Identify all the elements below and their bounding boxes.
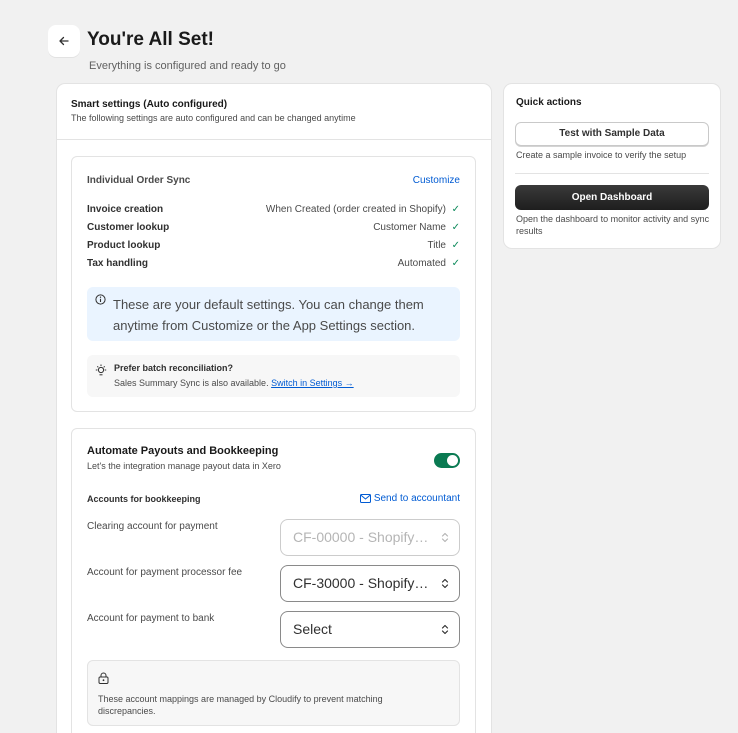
- lightbulb-icon: [95, 364, 107, 376]
- smart-settings-card: Smart settings (Auto configured) The fol…: [57, 84, 491, 733]
- select-value: CF-00000 - Shopify Clearing: [293, 529, 460, 545]
- quick-actions-card: Quick actions Test with Sample Data Crea…: [504, 84, 720, 248]
- arrow-left-icon: [59, 36, 69, 46]
- check-icon: ✓: [451, 204, 460, 215]
- setting-row-customer: Customer lookup Customer Name ✓: [87, 222, 460, 236]
- setting-value: Automated: [397, 258, 446, 269]
- select-value: CF-30000 - Shopify Fees: [293, 575, 450, 591]
- setting-value: Title: [427, 240, 446, 251]
- toggle-knob: [447, 455, 458, 466]
- smart-settings-description: The following settings are auto configur…: [71, 113, 356, 123]
- processor-fee-select[interactable]: CF-30000 - Shopify Fees: [280, 565, 460, 602]
- test-sample-data-button[interactable]: Test with Sample Data: [515, 122, 709, 146]
- payouts-toggle[interactable]: [434, 453, 460, 468]
- info-text: These are your default settings. You can…: [113, 297, 424, 333]
- send-to-accountant-link[interactable]: Send to accountant: [359, 493, 460, 504]
- customize-link[interactable]: Customize: [413, 175, 460, 186]
- batch-description: Sales Summary Sync is also available.: [114, 378, 269, 388]
- dashboard-description: Open the dashboard to monitor activity a…: [516, 214, 710, 236]
- setting-value: Customer Name: [373, 222, 446, 233]
- info-banner: These are your default settings. You can…: [87, 287, 460, 341]
- page-title: You're All Set!: [87, 29, 214, 50]
- quick-actions-title: Quick actions: [516, 97, 582, 108]
- check-icon: ✓: [451, 258, 460, 269]
- payouts-subtitle: Let's the integration manage payout data…: [87, 461, 281, 471]
- processor-fee-label: Account for payment processor fee: [87, 567, 243, 578]
- setting-label: Tax handling: [87, 258, 148, 269]
- accounts-title: Accounts for bookkeeping: [87, 494, 201, 504]
- setting-label: Product lookup: [87, 240, 161, 251]
- divider: [515, 173, 709, 174]
- bank-account-label: Account for payment to bank: [87, 613, 215, 624]
- clearing-account-label: Clearing account for payment: [87, 521, 218, 532]
- lock-icon: [98, 672, 109, 684]
- setting-label: Customer lookup: [87, 222, 170, 233]
- check-icon: ✓: [451, 222, 460, 233]
- info-icon: [95, 294, 106, 305]
- smart-settings-title: Smart settings (Auto configured): [71, 99, 228, 110]
- select-arrows-icon: [441, 624, 449, 635]
- select-arrows-icon: [441, 578, 449, 589]
- clearing-account-select[interactable]: CF-00000 - Shopify Clearing: [280, 519, 460, 556]
- setting-value: When Created (order created in Shopify): [265, 204, 446, 215]
- setting-row-product: Product lookup Title ✓: [87, 240, 460, 254]
- setting-row-invoice: Invoice creation When Created (order cre…: [87, 204, 460, 218]
- managed-mappings-text: These account mappings are managed by Cl…: [98, 694, 383, 716]
- smart-settings-header: Smart settings (Auto configured) The fol…: [57, 84, 491, 140]
- select-value: Select: [293, 621, 332, 637]
- page-subtitle: Everything is configured and ready to go: [89, 60, 286, 72]
- batch-text: Sales Summary Sync is also available. Sw…: [114, 378, 354, 388]
- select-arrows-icon: [441, 532, 449, 543]
- check-icon: ✓: [451, 240, 460, 251]
- back-button[interactable]: [48, 25, 80, 57]
- mail-icon: [359, 494, 371, 503]
- open-dashboard-button[interactable]: Open Dashboard: [515, 185, 709, 210]
- send-label: Send to accountant: [373, 493, 460, 504]
- test-description: Create a sample invoice to verify the se…: [516, 150, 687, 160]
- order-sync-card: Individual Order Sync Customize Invoice …: [71, 156, 476, 412]
- payouts-card: Automate Payouts and Bookkeeping Let's t…: [71, 428, 476, 733]
- bank-account-select[interactable]: Select: [280, 611, 460, 648]
- batch-title: Prefer batch reconciliation?: [114, 363, 234, 373]
- setting-label: Invoice creation: [87, 204, 164, 215]
- order-sync-title: Individual Order Sync: [87, 175, 191, 186]
- setting-row-tax: Tax handling Automated ✓: [87, 258, 460, 272]
- managed-mappings-banner: These account mappings are managed by Cl…: [87, 660, 460, 726]
- payouts-title: Automate Payouts and Bookkeeping: [87, 445, 279, 457]
- switch-in-settings-link[interactable]: Switch in Settings →: [271, 378, 354, 388]
- batch-reconciliation-banner: Prefer batch reconciliation? Sales Summa…: [87, 355, 460, 397]
